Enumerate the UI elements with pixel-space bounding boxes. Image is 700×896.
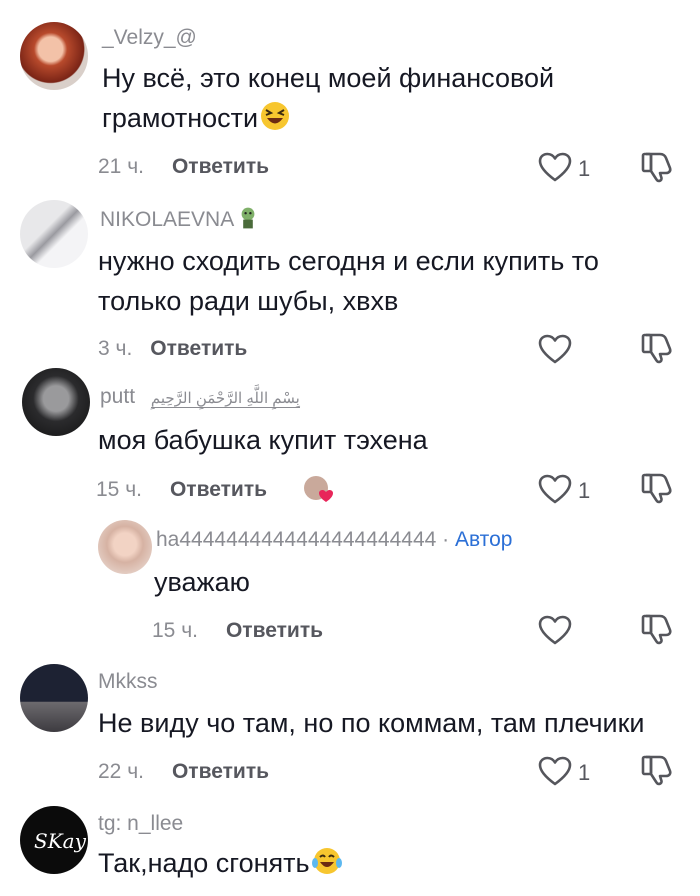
comment-meta: 21 ч. Ответить	[98, 155, 269, 179]
stray-kids-logo-icon: SKay	[34, 829, 87, 853]
comment-text: уважаю	[154, 562, 250, 602]
avatar[interactable]	[98, 520, 152, 574]
comment-text-line: Ну всё, это конец моей финансовой	[102, 63, 555, 93]
comment-time: 22 ч.	[98, 760, 144, 783]
comment-username-text: NIKOLAEVNA	[100, 208, 235, 231]
dislike-icon[interactable]	[640, 753, 674, 787]
tears-of-joy-emoji-icon	[311, 848, 342, 874]
avatar[interactable]	[20, 22, 88, 90]
reply-button[interactable]: Ответить	[226, 619, 323, 642]
like-count: 1	[578, 760, 591, 785]
comment-text-line: грамотности	[102, 103, 259, 133]
comment-text-line: моя бабушка купит тэхена	[98, 425, 428, 455]
comment-username[interactable]: tg: n_llee	[98, 812, 183, 836]
heart-icon[interactable]	[538, 474, 572, 504]
heart-icon[interactable]	[538, 756, 572, 786]
avatar[interactable]: SKay	[20, 806, 88, 874]
comment-meta: 3 ч. Ответить	[98, 337, 247, 361]
laughing-squint-emoji-icon	[261, 102, 290, 130]
comment-time: 21 ч.	[98, 155, 144, 178]
dislike-icon[interactable]	[640, 331, 674, 365]
reply-button[interactable]: Ответить	[170, 478, 267, 501]
avatar[interactable]	[20, 664, 88, 732]
comment-meta: 22 ч. Ответить	[98, 760, 269, 784]
dislike-icon[interactable]	[640, 471, 674, 505]
dislike-icon[interactable]	[640, 150, 674, 184]
comment-username[interactable]: ha4444444444444444444444 · Автор	[156, 528, 512, 552]
comment-time: 3 ч.	[98, 337, 133, 360]
comment-text: Ну всё, это конец моей финансовой грамот…	[102, 58, 554, 138]
heart-icon[interactable]	[538, 334, 572, 364]
reply-button[interactable]: Ответить	[150, 337, 247, 360]
comment-meta: 15 ч. Ответить	[152, 619, 323, 643]
creator-liked-avatar-icon	[304, 476, 333, 502]
comment-username[interactable]: _Velzy_@	[102, 26, 197, 50]
comment-text-line: только ради шубы, хвхв	[98, 286, 399, 316]
author-badge: Автор	[454, 528, 513, 551]
comment-text: Так,надо сгонять	[98, 843, 342, 883]
comment-username[interactable]: putt بِسْمِ اللَّهِ الرَّحْمَنِ الرَّحِي…	[100, 385, 300, 409]
comment-username-text: ha4444444444444444444444	[156, 528, 437, 551]
reply-button[interactable]: Ответить	[172, 155, 269, 178]
avatar[interactable]	[20, 200, 88, 268]
comment-text: нужно сходить сегодня и если купить то т…	[98, 241, 599, 321]
heart-icon[interactable]	[538, 152, 572, 182]
comment-time: 15 ч.	[96, 478, 142, 501]
heart-icon[interactable]	[538, 615, 572, 645]
like-count: 1	[578, 478, 591, 503]
dislike-icon[interactable]	[640, 612, 674, 646]
calligraphy-decoration: بِسْمِ اللَّهِ الرَّحْمَنِ الرَّحِيمِ	[150, 390, 300, 408]
svg-text:SKay: SKay	[34, 829, 87, 853]
comment-username-text: putt	[100, 385, 136, 408]
comment-username[interactable]: NIKOLAEVNA	[100, 206, 260, 232]
comment-username[interactable]: Mkkss	[98, 670, 158, 694]
comment-text-line: Так,надо сгонять	[98, 848, 310, 878]
comment-text: Не виду чо там, но по коммам, там плечик…	[98, 703, 645, 743]
separator: ·	[436, 528, 455, 551]
reply-button[interactable]: Ответить	[172, 760, 269, 783]
comment-text: моя бабушка купит тэхена	[98, 420, 428, 460]
like-count: 1	[578, 156, 591, 181]
comment-text-line: нужно сходить сегодня и если купить то	[98, 246, 599, 276]
comment-text-line: Не виду чо там, но по коммам, там плечик…	[98, 708, 645, 738]
avatar[interactable]	[22, 368, 90, 436]
comment-time: 15 ч.	[152, 619, 198, 642]
zombie-emoji-icon	[241, 207, 255, 229]
comment-text-line: уважаю	[154, 567, 250, 597]
comment-meta: 15 ч. Ответить	[96, 478, 267, 502]
